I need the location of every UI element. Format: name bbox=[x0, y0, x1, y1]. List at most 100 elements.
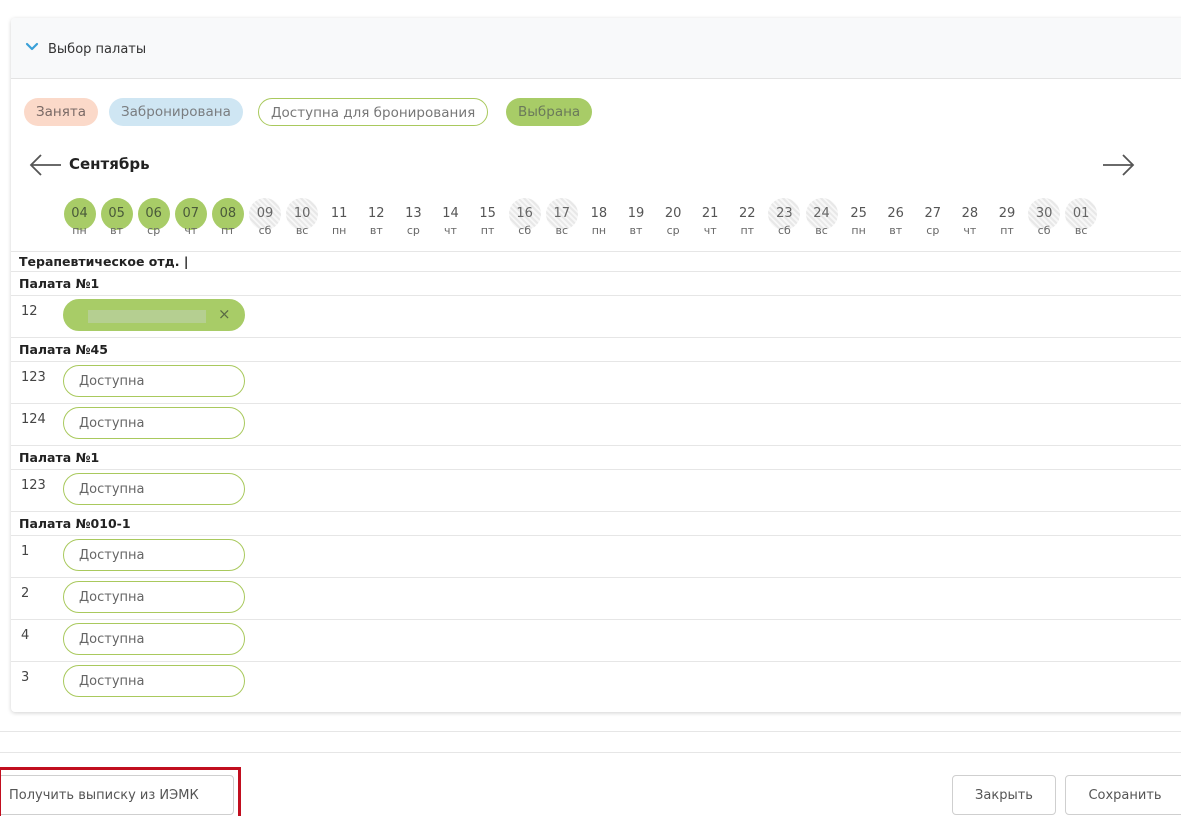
day-of-week: сб bbox=[777, 224, 791, 237]
day-of-week: сб bbox=[518, 224, 532, 237]
day-of-week: ср bbox=[666, 224, 680, 237]
ward-header: Палата №45 bbox=[11, 337, 1181, 362]
day-of-week: чт bbox=[963, 224, 977, 237]
calendar-day[interactable]: 08 пт bbox=[211, 198, 244, 248]
calendar-day[interactable]: 04 пн bbox=[63, 198, 96, 248]
calendar-day[interactable]: 18 пн bbox=[582, 198, 615, 248]
bed-row: 12 × bbox=[11, 295, 1181, 338]
divider bbox=[0, 752, 1181, 753]
available-slot[interactable]: Доступна bbox=[63, 665, 245, 697]
day-of-week: вс bbox=[295, 224, 309, 237]
bed-number: 12 bbox=[21, 304, 38, 319]
calendar-day[interactable]: 23 сб bbox=[768, 198, 801, 248]
day-of-week: сб bbox=[258, 224, 272, 237]
calendar-day[interactable]: 19 вт bbox=[620, 198, 653, 248]
calendar-day[interactable]: 12 вт bbox=[360, 198, 393, 248]
chevron-down-icon[interactable] bbox=[25, 42, 39, 52]
calendar-day[interactable]: 13 ср bbox=[397, 198, 430, 248]
ward-selection-panel: Выбор палаты Занята Забронирована Доступ… bbox=[11, 18, 1181, 712]
ward-header: Палата №1 bbox=[11, 271, 1181, 296]
bed-number: 4 bbox=[21, 628, 30, 643]
calendar-day[interactable]: 15 пт bbox=[471, 198, 504, 248]
day-of-week: пн bbox=[331, 224, 347, 237]
bed-number: 3 bbox=[21, 670, 30, 685]
get-iemk-extract-button[interactable]: Получить выписку из ИЭМК bbox=[0, 775, 234, 815]
bed-row: 123 Доступна bbox=[11, 469, 1181, 512]
bed-number: 1 bbox=[21, 544, 30, 559]
day-of-week: ср bbox=[926, 224, 940, 237]
panel-title: Выбор палаты bbox=[48, 42, 147, 57]
save-button[interactable]: Сохранить bbox=[1065, 775, 1181, 815]
day-of-week: вс bbox=[1074, 224, 1088, 237]
bed-row: 123 Доступна bbox=[11, 361, 1181, 404]
day-of-week: сб bbox=[1037, 224, 1051, 237]
calendar-day[interactable]: 20 ср bbox=[657, 198, 690, 248]
ward-title: Палата №1 bbox=[19, 276, 100, 291]
calendar-day[interactable]: 06 ср bbox=[137, 198, 170, 248]
divider bbox=[0, 731, 1181, 732]
calendar-day[interactable]: 10 вс bbox=[286, 198, 319, 248]
day-of-week: пт bbox=[480, 224, 495, 237]
calendar-day[interactable]: 27 ср bbox=[916, 198, 949, 248]
bed-row: 124 Доступна bbox=[11, 403, 1181, 446]
legend-selected: Выбрана bbox=[506, 98, 593, 126]
available-slot[interactable]: Доступна bbox=[63, 365, 245, 397]
patient-name-redacted bbox=[88, 310, 206, 323]
day-of-week: чт bbox=[703, 224, 717, 237]
booking-pill[interactable]: × bbox=[63, 299, 245, 331]
day-of-week: вс bbox=[815, 224, 828, 237]
available-slot[interactable]: Доступна bbox=[63, 623, 245, 655]
arrow-left-icon[interactable] bbox=[28, 150, 64, 180]
bed-row: 4 Доступна bbox=[11, 619, 1181, 662]
calendar-day[interactable]: 14 чт bbox=[434, 198, 467, 248]
calendar-day[interactable]: 07 чт bbox=[174, 198, 207, 248]
calendar-day[interactable]: 09 сб bbox=[249, 198, 282, 248]
available-slot[interactable]: Доступна bbox=[63, 473, 245, 505]
bed-row: 1 Доступна bbox=[11, 535, 1181, 578]
day-of-week: ср bbox=[406, 224, 420, 237]
day-of-week: пн bbox=[591, 224, 607, 237]
calendar-day[interactable]: 16 сб bbox=[508, 198, 541, 248]
availability-label: Доступна bbox=[79, 632, 145, 647]
close-icon[interactable]: × bbox=[218, 305, 231, 323]
day-of-week: вт bbox=[889, 224, 903, 237]
day-of-week: чт bbox=[444, 224, 457, 237]
arrow-right-icon[interactable] bbox=[1100, 150, 1136, 180]
available-slot[interactable]: Доступна bbox=[63, 407, 245, 439]
calendar-day[interactable]: 22 пт bbox=[731, 198, 764, 248]
bed-number: 123 bbox=[21, 370, 46, 385]
ward-title: Палата №45 bbox=[19, 342, 108, 357]
available-slot[interactable]: Доступна bbox=[63, 539, 245, 571]
bed-row: 3 Доступна bbox=[11, 661, 1181, 704]
calendar-day[interactable]: 25 пн bbox=[842, 198, 875, 248]
calendar-day[interactable]: 24 вс bbox=[805, 198, 838, 248]
calendar-day[interactable]: 28 чт bbox=[953, 198, 986, 248]
day-of-week: пн bbox=[72, 224, 87, 237]
day-of-week: пт bbox=[1000, 224, 1014, 237]
ward-header: Палата №010-1 bbox=[11, 511, 1181, 536]
calendar-day[interactable]: 30 сб bbox=[1028, 198, 1061, 248]
panel-header[interactable]: Выбор палаты bbox=[11, 18, 1181, 79]
bed-number: 123 bbox=[21, 478, 46, 493]
availability-label: Доступна bbox=[79, 374, 145, 389]
calendar-day[interactable]: 01 вс bbox=[1065, 198, 1098, 248]
ward-title: Палата №010-1 bbox=[19, 516, 131, 531]
available-slot[interactable]: Доступна bbox=[63, 581, 245, 613]
day-of-week: пн bbox=[851, 224, 866, 237]
calendar-day[interactable]: 26 вт bbox=[879, 198, 912, 248]
close-button[interactable]: Закрыть bbox=[952, 775, 1056, 815]
day-of-week: ср bbox=[147, 224, 161, 237]
legend-booked: Забронирована bbox=[109, 98, 243, 126]
day-of-week: вт bbox=[110, 224, 124, 237]
day-of-week: вт bbox=[369, 224, 383, 237]
ward-header: Палата №1 bbox=[11, 445, 1181, 470]
calendar-day[interactable]: 29 пт bbox=[991, 198, 1024, 248]
calendar-day[interactable]: 21 чт bbox=[694, 198, 727, 248]
calendar-day[interactable]: 05 вт bbox=[100, 198, 133, 248]
month-label: Сентябрь bbox=[69, 155, 150, 173]
availability-label: Доступна bbox=[79, 482, 145, 497]
calendar-day[interactable]: 17 вс bbox=[545, 198, 578, 248]
day-of-week: пт bbox=[221, 224, 235, 237]
bed-number: 2 bbox=[21, 586, 30, 601]
calendar-day[interactable]: 11 пн bbox=[323, 198, 356, 248]
